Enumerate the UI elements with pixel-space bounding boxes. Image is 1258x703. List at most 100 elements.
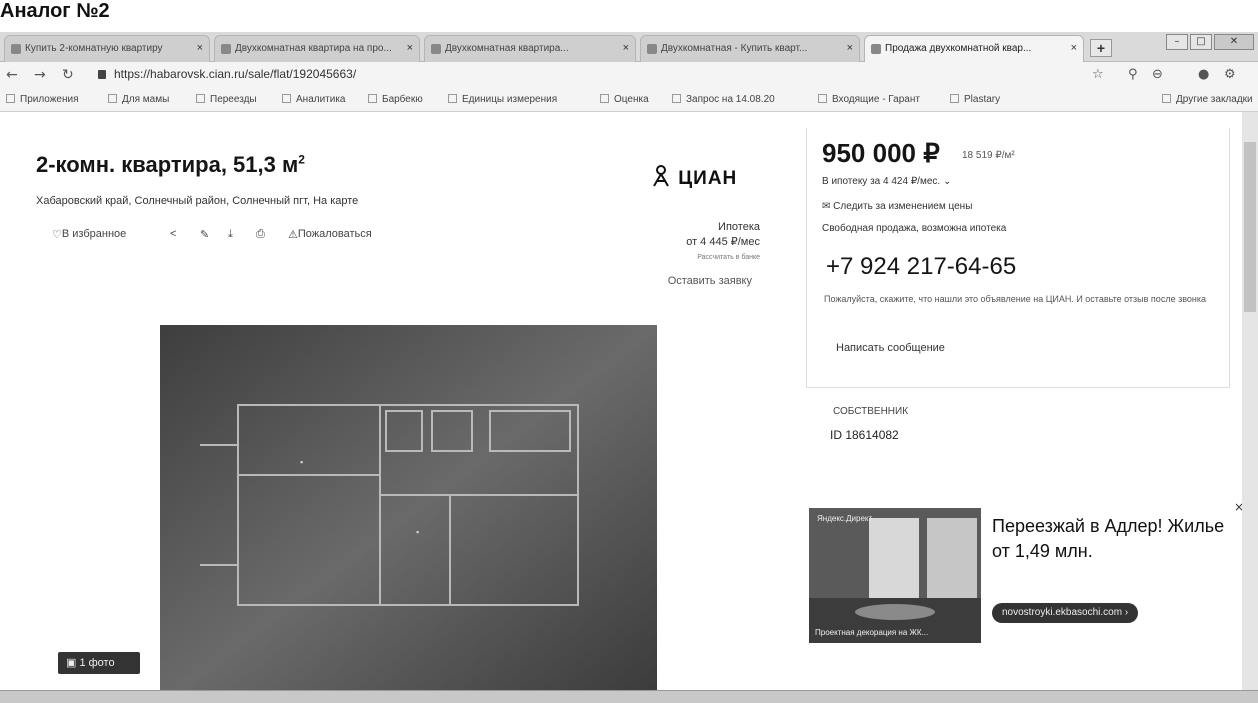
owner-id: ID 18614082: [830, 428, 899, 442]
extension-icon[interactable]: ⊖: [1152, 67, 1163, 82]
ad-headline[interactable]: Переезжай в Адлер! Жилье от 1,49 млн.: [992, 514, 1232, 564]
bookmark-item[interactable]: Аналитика: [282, 94, 346, 105]
listing-address[interactable]: Хабаровский край, Солнечный район, Солне…: [36, 195, 358, 207]
close-tab-icon[interactable]: ×: [197, 42, 203, 54]
bookmark-item[interactable]: Для мамы: [108, 94, 169, 105]
download-icon[interactable]: ⤓: [228, 228, 233, 241]
back-arrow-icon[interactable]: ←: [6, 67, 18, 83]
bookmark-page-icon: [818, 94, 827, 103]
print-icon[interactable]: ⎙: [256, 228, 265, 241]
folder-icon: [282, 94, 291, 103]
bookmark-item[interactable]: Барбекю: [368, 94, 423, 105]
tab-label: Двухкомнатная квартира...: [445, 43, 569, 54]
bookmark-page-icon: [950, 94, 959, 103]
phone-number[interactable]: +7 924 217-64-65: [826, 253, 1016, 281]
mortgage-bank-link[interactable]: Рассчитать в банке: [650, 250, 760, 265]
owner-role: СОБСТВЕННИК: [833, 406, 909, 417]
mortgage-amount: от 4 445 ₽/мес: [686, 236, 760, 248]
profile-avatar-icon[interactable]: ●: [1198, 67, 1209, 82]
bookmark-apps[interactable]: Приложения: [6, 94, 79, 105]
complain-label: Пожаловаться: [297, 228, 372, 240]
bookmark-other[interactable]: Другие закладки: [1162, 94, 1253, 105]
edit-icon[interactable]: ✎: [200, 228, 209, 241]
forward-arrow-icon[interactable]: →: [34, 67, 46, 83]
cian-logo-icon: [653, 165, 669, 187]
bookmarks-bar: Приложения Для мамы Переезды Аналитика Б…: [0, 88, 1258, 112]
ad-caption: Проектная декорация на ЖК...: [815, 628, 929, 637]
close-window-icon[interactable]: ✕: [1214, 34, 1254, 50]
extension-icon[interactable]: ⚲: [1128, 67, 1138, 82]
apps-grid-icon: [6, 94, 15, 103]
write-message-button[interactable]: Написать сообщение: [836, 342, 945, 354]
browser-tab[interactable]: Двухкомнатная квартира на про... ×: [214, 35, 420, 62]
ad-link-button[interactable]: novostroyki.ekbasochi.com ›: [992, 603, 1139, 623]
browser-tab[interactable]: Купить 2-комнатную квартиру ×: [4, 35, 210, 62]
listing-title-text: 2-комн. квартира, 51,3 м: [36, 152, 299, 177]
call-note: Пожалуйста, скажите, что нашли это объяв…: [824, 294, 1206, 304]
scrollbar-thumb[interactable]: [1244, 142, 1256, 312]
close-tab-icon[interactable]: ×: [407, 42, 413, 54]
tab-favicon-icon: [221, 44, 231, 54]
bookmark-item[interactable]: Переезды: [196, 94, 257, 105]
price-per-m2: 18 519 ₽/м²: [962, 150, 1015, 161]
ad-interior-photo: [809, 508, 981, 643]
complain-button[interactable]: ⚠ Пожаловаться: [288, 228, 372, 241]
ad-image[interactable]: Яндекс.Директ Проектная декорация на ЖК.…: [809, 508, 981, 643]
maximize-window-icon[interactable]: □: [1190, 34, 1212, 50]
address-bar-row: ← → ↻ https://habarovsk.cian.ru/sale/fla…: [0, 62, 1258, 88]
bookmark-item[interactable]: Plastary: [950, 94, 1000, 105]
watch-price-link[interactable]: ✉ Следить за изменением цены: [822, 201, 972, 212]
os-taskbar: [0, 690, 1258, 703]
photo-count-label: 1 фото: [79, 657, 115, 669]
folder-icon: [196, 94, 205, 103]
close-tab-icon[interactable]: ×: [847, 42, 853, 54]
photo-count-button[interactable]: ▣ 1 фото: [58, 652, 140, 674]
cian-logo[interactable]: ЦИАН: [650, 164, 737, 190]
folder-icon: [672, 94, 681, 103]
bookmark-item[interactable]: Входящие - Гарант: [818, 94, 920, 105]
floor-plan-image: ▪ ▪: [160, 325, 657, 703]
svg-text:▪: ▪: [416, 527, 419, 537]
tab-label: Продажа двухкомнатной квар...: [885, 43, 1032, 54]
tab-favicon-icon: [431, 44, 441, 54]
bookmark-page-icon: [448, 94, 457, 103]
tab-label: Купить 2-комнатную квартиру: [25, 43, 163, 54]
folder-icon: [368, 94, 377, 103]
url-field[interactable]: https://habarovsk.cian.ru/sale/flat/1920…: [98, 67, 356, 81]
url-text: https://habarovsk.cian.ru/sale/flat/1920…: [114, 67, 357, 81]
listing-title-superscript: 2: [298, 152, 305, 167]
new-tab-button[interactable]: +: [1090, 39, 1112, 57]
minimize-window-icon[interactable]: –: [1166, 34, 1188, 50]
close-tab-icon[interactable]: ×: [1071, 42, 1077, 54]
tab-label: Двухкомнатная квартира на про...: [235, 43, 392, 54]
bookmark-star-icon[interactable]: ☆: [1092, 67, 1104, 82]
folder-icon: [108, 94, 117, 103]
page-scrollbar[interactable]: [1242, 112, 1258, 690]
menu-icon[interactable]: ⚙: [1224, 67, 1236, 82]
tab-favicon-icon: [647, 44, 657, 54]
bookmark-item[interactable]: Единицы измерения: [448, 94, 557, 105]
sale-type: Свободная продажа, возможна ипотека: [822, 223, 1007, 234]
bookmark-item[interactable]: Запрос на 14.08.20: [672, 94, 775, 105]
ad-label: Яндекс.Директ: [817, 514, 873, 523]
mortgage-line-text: В ипотеку за 4 424 ₽/мес.: [822, 176, 941, 187]
browser-tab[interactable]: Двухкомнатная квартира... ×: [424, 35, 636, 62]
mortgage-label: Ипотека: [718, 221, 760, 233]
mortgage-dropdown[interactable]: В ипотеку за 4 424 ₽/мес. ⌄: [822, 176, 951, 187]
envelope-icon: ✉: [822, 201, 834, 212]
browser-tab-bar: Купить 2-комнатную квартиру × Двухкомнат…: [0, 32, 1258, 62]
close-tab-icon[interactable]: ×: [623, 42, 629, 54]
tab-favicon-icon: [11, 44, 21, 54]
share-icon[interactable]: <: [170, 228, 176, 240]
bookmark-item[interactable]: Оценка: [600, 94, 649, 105]
listing-photo[interactable]: ▪ ▪: [160, 325, 657, 703]
reload-icon[interactable]: ↻: [62, 67, 74, 83]
favorite-button[interactable]: ♡ В избранное: [52, 228, 126, 241]
browser-tab-active[interactable]: Продажа двухкомнатной квар... ×: [864, 35, 1084, 62]
mortgage-box: Ипотека от 4 445 ₽/мес Рассчитать в банк…: [650, 220, 760, 265]
watch-price-text: Следить за изменением цены: [833, 201, 973, 212]
browser-tab[interactable]: Двухкомнатная - Купить кварт... ×: [640, 35, 860, 62]
chevron-down-icon: ⌄: [942, 176, 952, 187]
leave-request-link[interactable]: Оставить заявку: [640, 275, 752, 287]
tab-label: Двухкомнатная - Купить кварт...: [661, 43, 808, 54]
